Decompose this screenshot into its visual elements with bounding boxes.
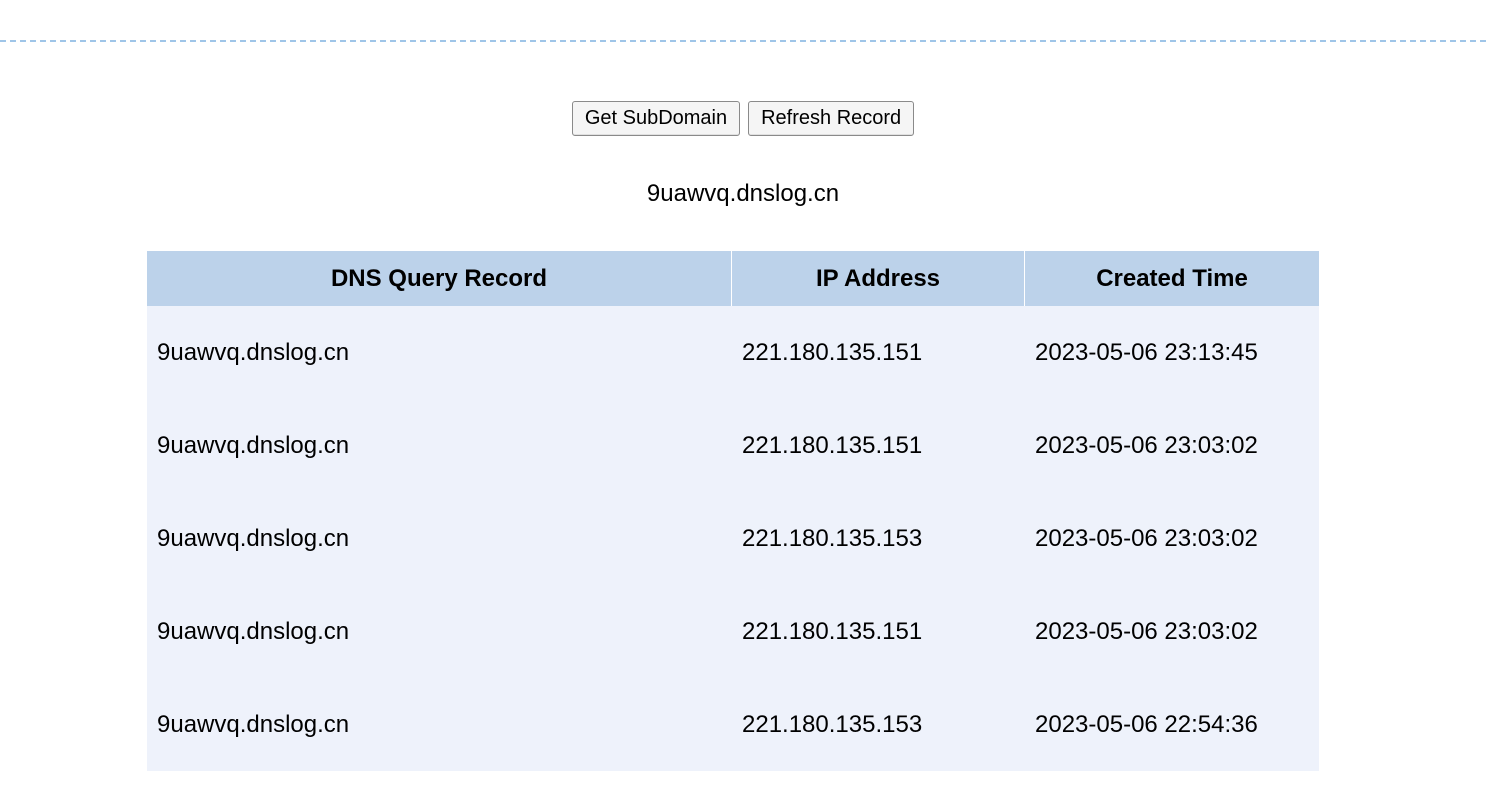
toolbar: Get SubDomain Refresh Record <box>0 101 1486 136</box>
column-header-dns-query-record: DNS Query Record <box>147 251 732 306</box>
ip-address-cell: 221.180.135.151 <box>732 585 1025 678</box>
table-row: 9uawvq.dnslog.cn 221.180.135.151 2023-05… <box>147 399 1319 492</box>
column-header-ip-address: IP Address <box>732 251 1025 306</box>
top-divider <box>0 40 1486 42</box>
dns-record-cell: 9uawvq.dnslog.cn <box>147 678 732 771</box>
created-time-cell: 2023-05-06 22:54:36 <box>1025 678 1319 771</box>
dns-record-cell: 9uawvq.dnslog.cn <box>147 585 732 678</box>
table-row: 9uawvq.dnslog.cn 221.180.135.151 2023-05… <box>147 306 1319 399</box>
ip-address-cell: 221.180.135.151 <box>732 399 1025 492</box>
dns-record-cell: 9uawvq.dnslog.cn <box>147 399 732 492</box>
subdomain-display: 9uawvq.dnslog.cn <box>646 180 840 207</box>
table-row: 9uawvq.dnslog.cn 221.180.135.153 2023-05… <box>147 678 1319 771</box>
table-header-row: DNS Query Record IP Address Created Time <box>147 251 1319 306</box>
ip-address-cell: 221.180.135.151 <box>732 306 1025 399</box>
get-subdomain-button[interactable]: Get SubDomain <box>571 101 741 136</box>
created-time-cell: 2023-05-06 23:13:45 <box>1025 306 1319 399</box>
created-time-cell: 2023-05-06 23:03:02 <box>1025 492 1319 585</box>
dns-record-cell: 9uawvq.dnslog.cn <box>147 492 732 585</box>
column-header-created-time: Created Time <box>1025 251 1319 306</box>
created-time-cell: 2023-05-06 23:03:02 <box>1025 399 1319 492</box>
ip-address-cell: 221.180.135.153 <box>732 678 1025 771</box>
table-row: 9uawvq.dnslog.cn 221.180.135.153 2023-05… <box>147 492 1319 585</box>
ip-address-cell: 221.180.135.153 <box>732 492 1025 585</box>
created-time-cell: 2023-05-06 23:03:02 <box>1025 585 1319 678</box>
table-row: 9uawvq.dnslog.cn 221.180.135.151 2023-05… <box>147 585 1319 678</box>
dns-records-table: DNS Query Record IP Address Created Time… <box>147 251 1319 771</box>
refresh-record-button[interactable]: Refresh Record <box>748 101 915 136</box>
dns-record-cell: 9uawvq.dnslog.cn <box>147 306 732 399</box>
